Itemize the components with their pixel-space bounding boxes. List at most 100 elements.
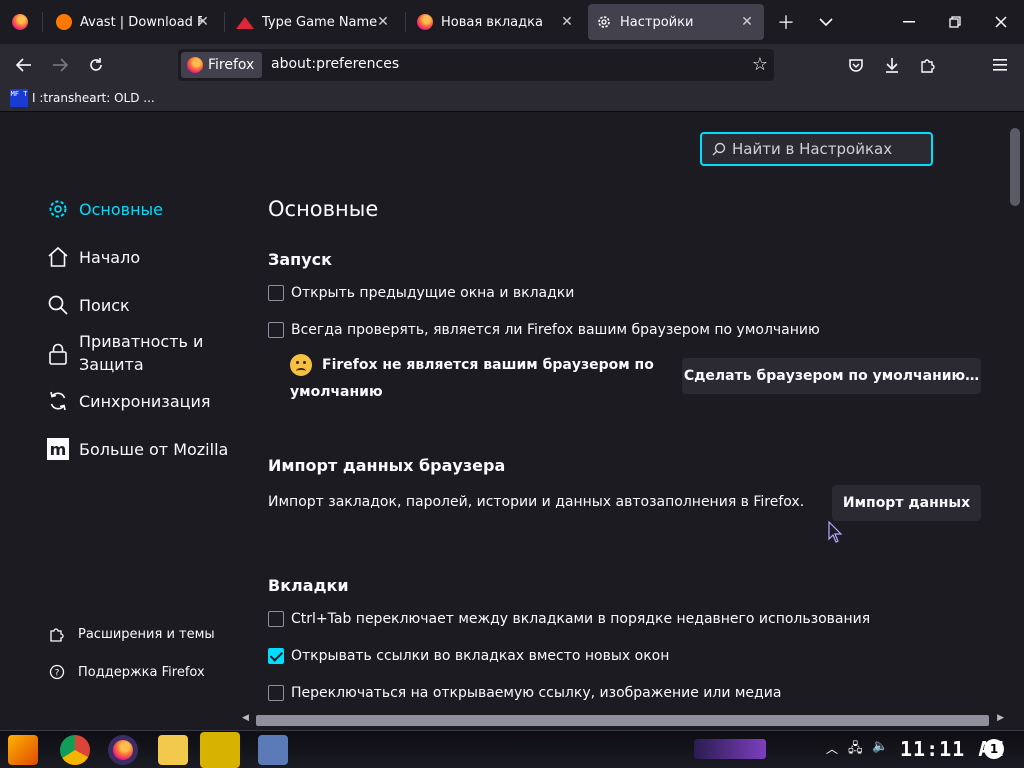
sidebar-item-privacy[interactable]: Приватность и Защита: [46, 330, 219, 376]
tab-separator: [405, 12, 406, 32]
puzzle-icon: [48, 626, 66, 642]
import-data-button[interactable]: Импорт данных: [832, 485, 981, 521]
checkbox-checked[interactable]: [268, 648, 284, 664]
sidebar-item-mozilla[interactable]: m Больше от Mozilla: [46, 437, 228, 461]
close-icon[interactable]: ✕: [738, 13, 756, 31]
vertical-scrollbar[interactable]: [1006, 113, 1024, 713]
checkbox-row-check-default[interactable]: Всегда проверять, является ли Firefox ва…: [268, 322, 820, 338]
page-title: Основные: [268, 197, 379, 221]
mozilla-icon: m: [46, 437, 70, 461]
settings-search-input[interactable]: Найти в Настройках: [700, 132, 933, 166]
restore-button[interactable]: [932, 0, 978, 44]
navigation-toolbar: Firefox about:preferences ☆: [0, 44, 1024, 86]
sad-face-icon: [290, 354, 312, 376]
checkbox[interactable]: [268, 685, 284, 701]
app-icon[interactable]: [258, 735, 288, 765]
section-heading-startup: Запуск: [268, 250, 332, 269]
scrollbar-thumb[interactable]: [256, 715, 989, 726]
downloads-button[interactable]: [878, 51, 906, 79]
checkbox[interactable]: [268, 285, 284, 301]
close-icon[interactable]: ✕: [194, 13, 212, 31]
scroll-left-arrow-icon[interactable]: ◀: [242, 713, 249, 723]
search-icon: [712, 142, 726, 156]
bookmark-label: I :transheart: OLD ...: [32, 91, 155, 105]
firefox-view-button[interactable]: [6, 8, 34, 36]
network-icon[interactable]: 🖧: [848, 739, 863, 761]
pocket-icon: [849, 58, 863, 72]
help-icon: ?: [48, 664, 66, 680]
checkbox-label: Ctrl+Tab переключает между вкладками в п…: [291, 611, 871, 627]
identity-label: Firefox: [208, 57, 255, 73]
url-text[interactable]: about:preferences: [271, 56, 399, 72]
home-icon: [46, 245, 70, 269]
close-window-button[interactable]: [978, 0, 1024, 44]
checkbox[interactable]: [268, 322, 284, 338]
checkbox-row-ctrl-tab[interactable]: Ctrl+Tab переключает между вкладками в п…: [268, 611, 870, 627]
search-placeholder: Найти в Настройках: [732, 140, 893, 158]
tab-separator: [224, 12, 225, 32]
notification-badge[interactable]: 1: [984, 739, 1004, 759]
tab-new-tab[interactable]: Новая вкладка ✕: [409, 4, 584, 40]
minimize-button[interactable]: [886, 0, 932, 44]
close-icon[interactable]: ✕: [558, 13, 576, 31]
horizontal-scrollbar[interactable]: ◀ ▶: [240, 712, 1006, 728]
sidebar-item-search[interactable]: Поиск: [46, 293, 130, 317]
decorative-bar: [694, 739, 766, 759]
bookmarks-toolbar: MF T I :transheart: OLD ...: [0, 86, 1024, 112]
sidebar-item-label: Основные: [79, 199, 164, 219]
back-button[interactable]: [10, 51, 38, 79]
lock-icon: [46, 342, 70, 366]
firefox-taskbar-icon[interactable]: [108, 735, 138, 765]
firefox-icon: [12, 14, 28, 30]
app-tile-icon[interactable]: [200, 732, 240, 768]
tab-title: Настройки: [620, 14, 694, 30]
chevron-up-icon[interactable]: ︿: [826, 740, 838, 757]
identity-box[interactable]: Firefox: [181, 52, 263, 78]
volume-icon[interactable]: 🔈: [872, 739, 888, 754]
checkbox-row-switch-to-link[interactable]: Переключаться на открываемую ссылку, изо…: [268, 685, 781, 701]
sidebar-support-link[interactable]: ? Поддержка Firefox: [48, 664, 205, 680]
sidebar-item-general[interactable]: Основные: [46, 197, 163, 221]
puzzle-icon: [921, 59, 935, 73]
url-bar[interactable]: Firefox about:preferences ☆: [178, 49, 774, 81]
gear-icon: [598, 16, 610, 28]
sidebar-item-label: Начало: [79, 247, 141, 267]
start-button-icon[interactable]: [8, 735, 38, 765]
close-icon[interactable]: ✕: [374, 13, 392, 31]
tab-game[interactable]: Type Game Name To I ✕: [228, 4, 400, 40]
app-menu-button[interactable]: [986, 51, 1014, 79]
tab-avast[interactable]: Avast | Download Fre ✕: [48, 4, 220, 40]
checkbox[interactable]: [268, 611, 284, 627]
close-icon: [995, 16, 1007, 28]
pocket-button[interactable]: [842, 51, 870, 79]
avast-icon: [56, 14, 72, 30]
make-default-button[interactable]: Сделать браузером по умолчанию…: [682, 358, 981, 394]
checkbox-row-open-previous[interactable]: Открыть предыдущие окна и вкладки: [268, 285, 574, 301]
bookmark-star-icon[interactable]: ☆: [752, 54, 768, 75]
sidebar-item-label: Поиск: [79, 295, 130, 315]
mouse-cursor-icon: [828, 521, 843, 543]
checkbox-row-open-links-in-tabs[interactable]: Открывать ссылки во вкладках вместо новы…: [268, 648, 669, 664]
sidebar-item-home[interactable]: Начало: [46, 245, 140, 269]
list-all-tabs-button[interactable]: [812, 8, 840, 36]
checkbox-label: Открывать ссылки во вкладках вместо новы…: [291, 648, 670, 664]
sidebar-item-sync[interactable]: Синхронизация: [46, 389, 211, 413]
scrollbar-thumb[interactable]: [1010, 128, 1020, 206]
reload-button[interactable]: [82, 51, 110, 79]
new-tab-button[interactable]: ＋: [772, 8, 800, 36]
tab-strip: Avast | Download Fre ✕ Type Game Name To…: [0, 0, 1024, 44]
tab-settings[interactable]: Настройки ✕: [588, 4, 764, 40]
sidebar-footer-label: Поддержка Firefox: [78, 664, 205, 680]
svg-text:?: ?: [55, 669, 60, 679]
firefox-icon: [187, 57, 203, 73]
sidebar-extensions-link[interactable]: Расширения и темы: [48, 626, 215, 642]
forward-button[interactable]: [46, 51, 74, 79]
tab-title: Avast | Download Fre: [80, 14, 202, 30]
chrome-icon[interactable]: [60, 735, 90, 765]
scroll-right-arrow-icon[interactable]: ▶: [997, 713, 1004, 723]
extensions-button[interactable]: [914, 51, 942, 79]
file-explorer-icon[interactable]: [158, 735, 188, 765]
download-icon: [886, 58, 898, 73]
bookmark-item[interactable]: MF T I :transheart: OLD ...: [10, 89, 155, 107]
back-arrow-icon: [16, 58, 31, 72]
